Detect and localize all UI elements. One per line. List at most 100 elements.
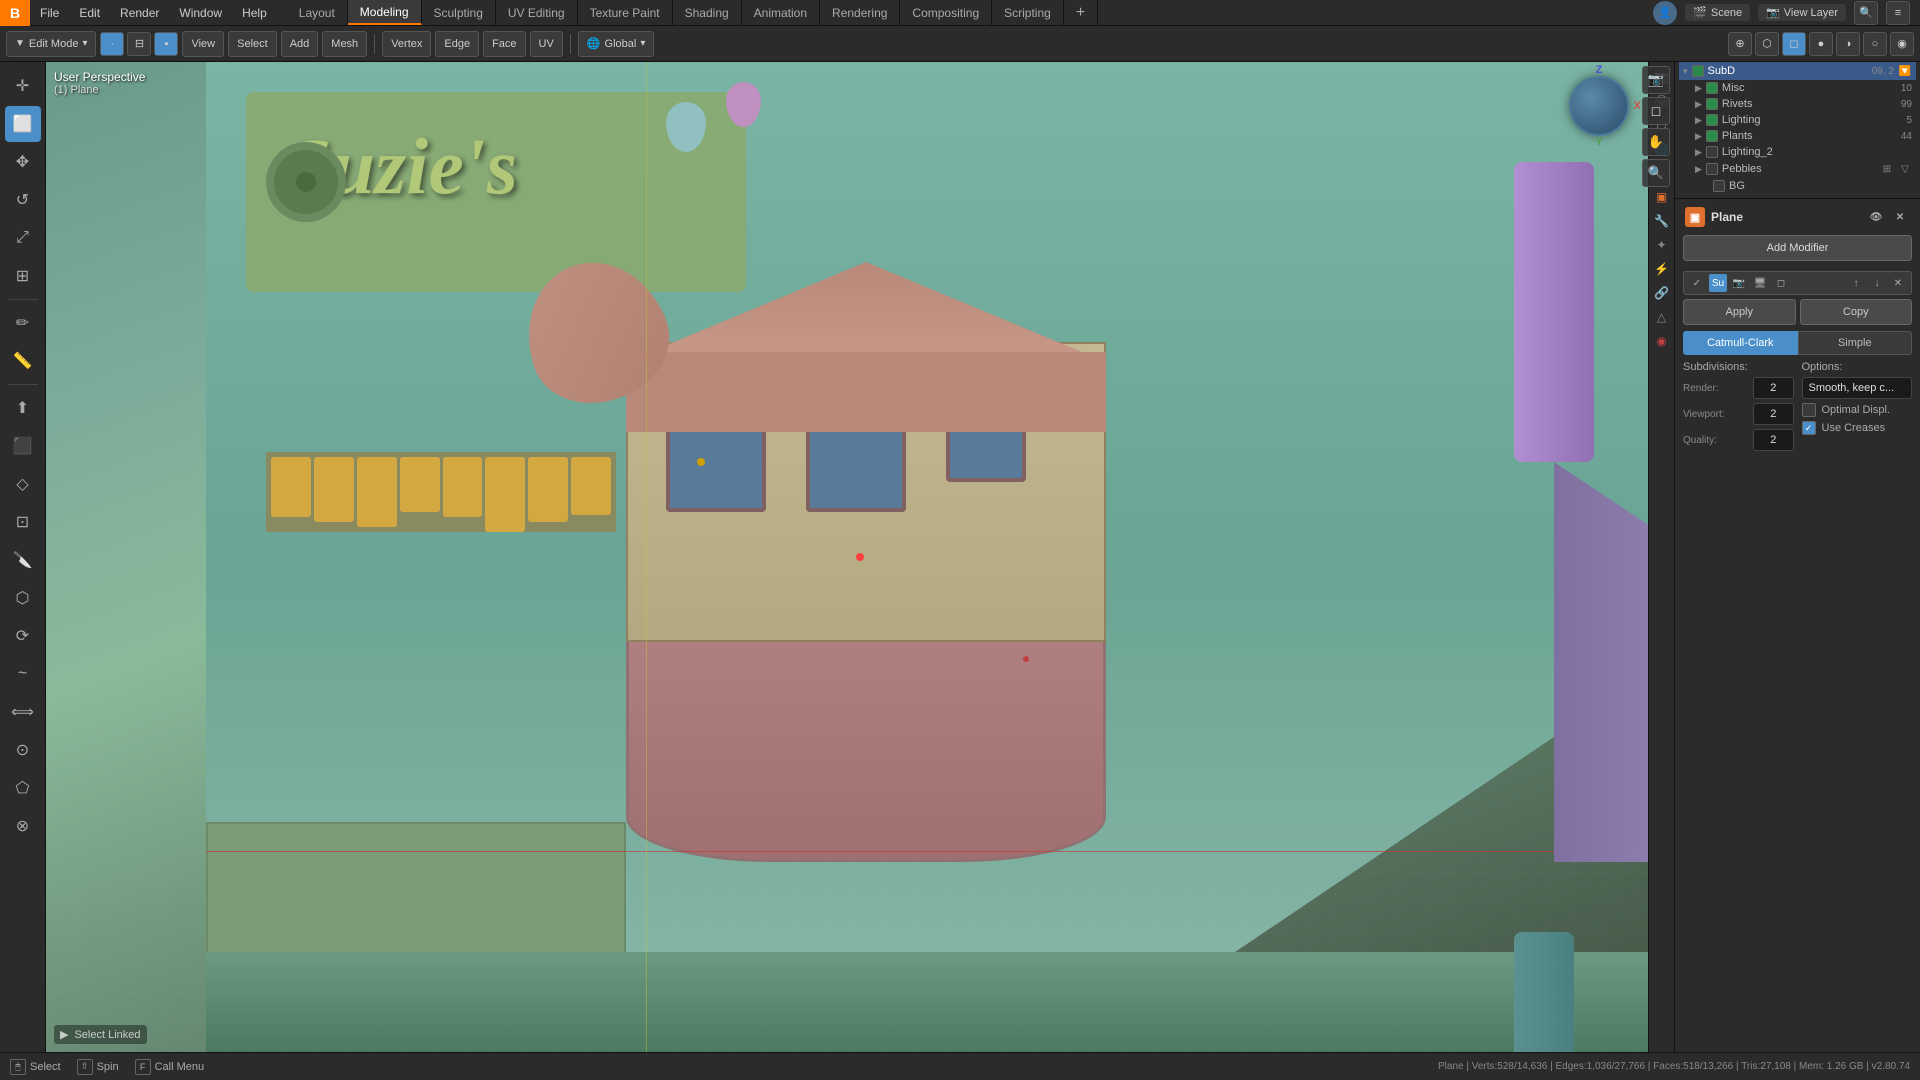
zoom-icon[interactable]: 🔍 (1642, 159, 1670, 187)
shading-material-icon[interactable]: ◑ (1836, 32, 1860, 56)
uv-menu[interactable]: UV (530, 31, 563, 57)
rotate-tool[interactable]: ↺ (5, 182, 41, 218)
collection-item-lighting2[interactable]: ▶ Lighting_2 (1679, 144, 1916, 160)
collection-item-misc[interactable]: ▶ Misc 10 (1679, 80, 1916, 96)
bevel-tool[interactable]: ◇ (5, 466, 41, 502)
face-menu[interactable]: Face (483, 31, 525, 57)
xray-icon[interactable]: ◻ (1782, 32, 1806, 56)
mod-check-icon[interactable]: ✓ (1688, 274, 1706, 292)
overlays-icon[interactable]: ⬡ (1755, 32, 1779, 56)
copy-button[interactable]: Copy (1800, 299, 1913, 325)
tab-rendering[interactable]: Rendering (820, 0, 900, 25)
collection-item-lighting[interactable]: ▶ Lighting 5 (1679, 112, 1916, 128)
transform-tool[interactable]: ⊞ (5, 258, 41, 294)
spin-tool[interactable]: ⟳ (5, 618, 41, 654)
misc-check[interactable] (1706, 82, 1718, 94)
mod-close-icon[interactable]: ✕ (1889, 274, 1907, 292)
mod-up-icon[interactable]: ↑ (1847, 274, 1865, 292)
smooth-tool[interactable]: ~ (5, 656, 41, 692)
view-menu[interactable]: View (182, 31, 224, 57)
object-properties-icon[interactable]: ▣ (1651, 186, 1673, 208)
extrude-tool[interactable]: ⬆ (5, 390, 41, 426)
perspective-icon[interactable]: ◻ (1642, 97, 1670, 125)
rivets-check[interactable] (1706, 98, 1718, 110)
shading-rendered-icon[interactable]: ○ (1863, 32, 1887, 56)
plants-check[interactable] (1706, 130, 1718, 142)
tab-scripting[interactable]: Scripting (992, 0, 1064, 25)
move-tool[interactable]: ✥ (5, 144, 41, 180)
knife-tool[interactable]: 🔪 (5, 542, 41, 578)
vertex-menu[interactable]: Vertex (382, 31, 431, 57)
collection-item-subd[interactable]: ▾ SubD 09, 2 🔽 (1679, 62, 1916, 80)
mod-camera-icon[interactable]: 📷 (1730, 274, 1748, 292)
view-layer-selector[interactable]: 📷 View Layer (1758, 4, 1846, 21)
measure-tool[interactable]: 📏 (5, 343, 41, 379)
quality-value[interactable]: 2 (1753, 429, 1794, 451)
edge-mode-icon[interactable]: ⊟ (127, 32, 151, 56)
pebbles-check[interactable] (1706, 163, 1718, 175)
constraints-icon[interactable]: 🔗 (1651, 282, 1673, 304)
object-close-icon[interactable]: ✕ (1890, 207, 1910, 227)
object-hide-icon[interactable]: 👁 (1866, 207, 1886, 227)
camera-view-icon[interactable]: 📷 (1642, 66, 1670, 94)
vertex-mode-icon[interactable]: · (100, 32, 124, 56)
edge-menu[interactable]: Edge (435, 31, 479, 57)
select-box-tool[interactable]: ⬜ (5, 106, 41, 142)
tab-modeling[interactable]: Modeling (348, 0, 422, 25)
modifier-properties-icon[interactable]: 🔧 (1651, 210, 1673, 232)
search-icon[interactable]: 🔍 (1854, 1, 1878, 25)
tab-compositing[interactable]: Compositing (900, 0, 992, 25)
inset-tool[interactable]: ⬛ (5, 428, 41, 464)
tab-add[interactable]: + (1064, 0, 1098, 25)
add-menu[interactable]: Add (281, 31, 319, 57)
menu-window[interactable]: Window (169, 0, 232, 25)
cursor-tool[interactable]: ✛ (5, 68, 41, 104)
select-menu[interactable]: Select (228, 31, 277, 57)
particles-icon[interactable]: ✦ (1651, 234, 1673, 256)
scale-tool[interactable]: ⤢ (5, 220, 41, 256)
polybuilder-tool[interactable]: ⬡ (5, 580, 41, 616)
lighting-check[interactable] (1706, 114, 1718, 126)
rip-region-tool[interactable]: ⊗ (5, 808, 41, 844)
menu-file[interactable]: File (30, 0, 69, 25)
annotate-tool[interactable]: ✏ (5, 305, 41, 341)
shading-eevee-icon[interactable]: ◉ (1890, 32, 1914, 56)
mod-render-icon[interactable]: 🖥 (1751, 274, 1769, 292)
viewport-gizmos-icon[interactable]: ⊕ (1728, 32, 1752, 56)
simple-btn[interactable]: Simple (1798, 331, 1913, 355)
lighting2-check[interactable] (1706, 146, 1718, 158)
collection-item-bg[interactable]: BG (1679, 178, 1916, 194)
mod-viewport-icon[interactable]: ◻ (1772, 274, 1790, 292)
filter-icon[interactable]: ≡ (1886, 1, 1910, 25)
render-value[interactable]: 2 (1753, 377, 1794, 399)
apply-button[interactable]: Apply (1683, 299, 1796, 325)
mode-selector[interactable]: ▼ Edit Mode ▾ (6, 31, 96, 57)
shrink-fatten-tool[interactable]: ⊙ (5, 732, 41, 768)
tab-uv-editing[interactable]: UV Editing (496, 0, 578, 25)
tab-shading[interactable]: Shading (673, 0, 742, 25)
user-avatar[interactable]: 👤 (1653, 1, 1677, 25)
menu-render[interactable]: Render (110, 0, 169, 25)
optimal-checkbox[interactable] (1802, 403, 1816, 417)
bg-check[interactable] (1713, 180, 1725, 192)
smooth-value[interactable]: Smooth, keep c... (1802, 377, 1913, 399)
viewport-value[interactable]: 2 (1753, 403, 1794, 425)
physics-icon[interactable]: ⚡ (1651, 258, 1673, 280)
mod-down-icon[interactable]: ↓ (1868, 274, 1886, 292)
edge-slide-tool[interactable]: ⟺ (5, 694, 41, 730)
collection-item-rivets[interactable]: ▶ Rivets 99 (1679, 96, 1916, 112)
mesh-menu[interactable]: Mesh (322, 31, 367, 57)
tab-texture-paint[interactable]: Texture Paint (578, 0, 673, 25)
pan-icon[interactable]: ✋ (1642, 128, 1670, 156)
material-properties-icon[interactable]: ◉ (1651, 330, 1673, 352)
tab-layout[interactable]: Layout (287, 0, 348, 25)
3d-viewport[interactable]: Suzie's (46, 62, 1674, 1052)
tab-sculpting[interactable]: Sculpting (422, 0, 496, 25)
use-creases-checkbox[interactable]: ✓ (1802, 421, 1816, 435)
collection-item-plants[interactable]: ▶ Plants 44 (1679, 128, 1916, 144)
menu-help[interactable]: Help (232, 0, 277, 25)
shear-tool[interactable]: ⬠ (5, 770, 41, 806)
catmull-clark-btn[interactable]: Catmull-Clark (1683, 331, 1798, 355)
face-mode-icon[interactable]: ▪ (154, 32, 178, 56)
add-modifier-button[interactable]: Add Modifier (1683, 235, 1912, 261)
